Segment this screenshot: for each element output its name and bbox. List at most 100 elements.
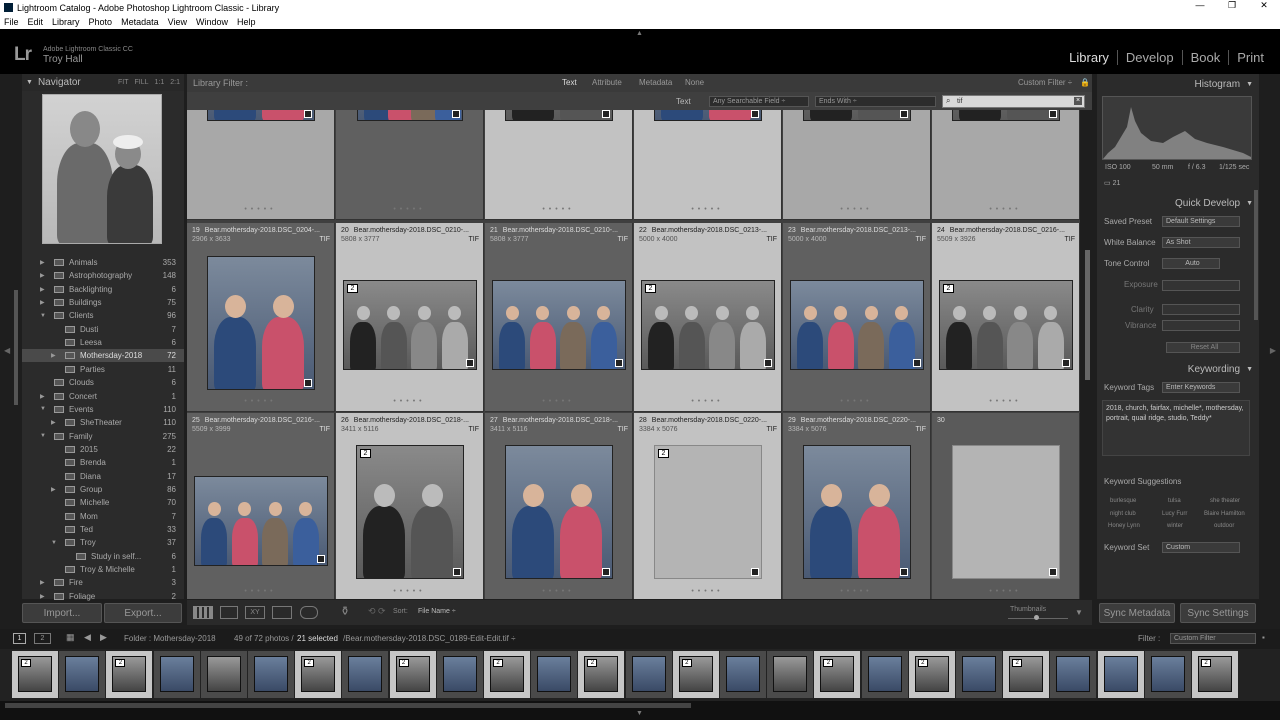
photo-thumbnail[interactable]: [207, 256, 315, 390]
stack-count-badge[interactable]: 2: [493, 659, 503, 667]
filmstrip-thumbnail[interactable]: [200, 651, 247, 698]
photo-thumbnail[interactable]: 2: [939, 280, 1073, 370]
filter-tab-none[interactable]: None: [685, 78, 704, 87]
folder-item[interactable]: ▶ Concert 1: [22, 390, 184, 403]
folder-item[interactable]: ▼ Family 275: [22, 430, 184, 443]
filmstrip-thumbnail[interactable]: 2: [908, 651, 955, 698]
filmstrip-thumbnail[interactable]: [1050, 651, 1097, 698]
filmstrip-thumbnail[interactable]: [342, 651, 389, 698]
triangle-down-icon[interactable]: ▼: [40, 406, 46, 412]
filmstrip-thumbnail[interactable]: 2: [1003, 651, 1050, 698]
stack-count-badge[interactable]: 2: [823, 659, 834, 667]
left-panel-toggle-icon[interactable]: ◀: [4, 346, 10, 355]
photo-thumbnail[interactable]: [207, 110, 315, 121]
stack-count-badge[interactable]: 2: [645, 284, 656, 293]
zoom-fill[interactable]: FILL: [135, 79, 149, 86]
folder-item[interactable]: ▶ Group 86: [22, 483, 184, 496]
rating-dots[interactable]: •••••: [783, 588, 930, 595]
keyword-tags-mode-select[interactable]: Enter Keywords: [1162, 382, 1240, 393]
window-2-button[interactable]: 2: [34, 633, 51, 644]
folder-item[interactable]: Diana 17: [22, 470, 184, 483]
triangle-right-icon[interactable]: ▶: [40, 579, 45, 586]
filmstrip-thumbnail[interactable]: 2: [295, 651, 342, 698]
grid-cell[interactable]: 21 Bear.mothersday-2018.DSC_0210-... 5808 …: [485, 223, 633, 412]
grid-cell[interactable]: •••••: [187, 110, 335, 220]
maximize-button[interactable]: ❐: [1216, 0, 1248, 11]
zoom-1-1[interactable]: 1:1: [155, 79, 165, 86]
grid-scrollbar[interactable]: [1085, 250, 1090, 380]
triangle-right-icon[interactable]: ▶: [40, 593, 45, 600]
grid-cell[interactable]: 26 Bear.mothersday-2018.DSC_0218-... 3411 …: [336, 413, 484, 599]
folder-item[interactable]: ▼ Troy 37: [22, 536, 184, 549]
keywording-header[interactable]: Keywording ▼: [1097, 361, 1259, 378]
photo-thumbnail[interactable]: 2: [641, 280, 775, 370]
folder-item[interactable]: ▶ Astrophotography 148: [22, 269, 184, 282]
folder-item[interactable]: 2015 22: [22, 443, 184, 456]
stack-count-badge[interactable]: 2: [917, 659, 928, 667]
rating-dots[interactable]: •••••: [634, 206, 781, 213]
photo-thumbnail[interactable]: [505, 110, 613, 121]
edit-badge-icon[interactable]: [913, 359, 921, 367]
photo-thumbnail[interactable]: [194, 476, 328, 566]
folder-item[interactable]: Brenda 1: [22, 456, 184, 469]
minimize-button[interactable]: —: [1184, 0, 1216, 11]
grid-icon[interactable]: ▦: [66, 632, 75, 643]
filmstrip-thumbnail[interactable]: [531, 651, 578, 698]
grid-cell[interactable]: 24 Bear.mothersday-2018.DSC_0216-... 5509 …: [932, 223, 1080, 412]
rating-dots[interactable]: •••••: [485, 588, 632, 595]
sync-settings-button[interactable]: Sync Settings: [1180, 603, 1256, 623]
close-button[interactable]: ✕: [1248, 0, 1280, 11]
keyword-suggestion[interactable]: Lucy Furr: [1162, 511, 1187, 517]
folder-item[interactable]: ▶ SheTheater 110: [22, 416, 184, 429]
keyword-set-select[interactable]: Custom: [1162, 542, 1240, 553]
keyword-suggestion[interactable]: burlesque: [1110, 498, 1136, 504]
folder-item[interactable]: ▼ Clients 96: [22, 309, 184, 322]
filmstrip-folder[interactable]: Folder : Mothersday-2018: [124, 634, 216, 643]
filmstrip-thumbnail[interactable]: [1144, 651, 1191, 698]
grid-view-icon[interactable]: [193, 606, 213, 619]
right-panel-toggle-icon[interactable]: ▶: [1270, 346, 1276, 355]
toolbar-menu-icon[interactable]: ▼: [1075, 608, 1083, 617]
histogram-header[interactable]: Histogram ▼: [1097, 76, 1259, 93]
folder-item[interactable]: ▶ Buildings 75: [22, 296, 184, 309]
keyword-suggestion[interactable]: night club: [1110, 511, 1136, 517]
keyword-suggestion[interactable]: Blaire Hamilton: [1204, 511, 1245, 517]
module-library[interactable]: Library: [1061, 50, 1117, 65]
folder-item[interactable]: Study in self... 6: [22, 550, 184, 563]
triangle-down-icon[interactable]: ▼: [40, 313, 46, 319]
right-panel-scrollbar[interactable]: [1254, 190, 1258, 320]
rating-dots[interactable]: •••••: [336, 398, 483, 405]
rating-dots[interactable]: •••••: [336, 206, 483, 213]
folder-item[interactable]: ▼ Events 110: [22, 403, 184, 416]
zoom-2-1[interactable]: 2:1: [170, 79, 180, 86]
filmstrip-thumbnail[interactable]: [720, 651, 766, 698]
triangle-right-icon[interactable]: ▶: [40, 286, 45, 293]
filmstrip-thumbnail[interactable]: 2: [814, 651, 861, 698]
triangle-down-icon[interactable]: ▼: [40, 433, 46, 439]
filmstrip-thumbnail[interactable]: 2: [672, 651, 719, 698]
folder-item[interactable]: ▶ Animals 353: [22, 256, 184, 269]
filter-tab-metadata[interactable]: Metadata: [639, 78, 672, 87]
folder-item[interactable]: ▶ Fire 3: [22, 576, 184, 589]
spray-can-icon[interactable]: ⚱: [340, 604, 350, 618]
filmstrip-filter-select[interactable]: Custom Filter: [1170, 633, 1256, 644]
menu-library[interactable]: Library: [52, 17, 80, 27]
sync-metadata-button[interactable]: Sync Metadata: [1099, 603, 1175, 623]
grid-cell[interactable]: 23 Bear.mothersday-2018.DSC_0213-... 5000 …: [783, 223, 931, 412]
edit-badge-icon[interactable]: [452, 110, 460, 118]
edit-badge-icon[interactable]: [602, 568, 610, 576]
grid-cell[interactable]: 29 Bear.mothersday-2018.DSC_0220-... 3384 …: [783, 413, 931, 599]
grid-cell[interactable]: 28 Bear.mothersday-2018.DSC_0220-... 3384 …: [634, 413, 782, 599]
menu-metadata[interactable]: Metadata: [121, 17, 159, 27]
rating-dots[interactable]: •••••: [187, 206, 334, 213]
grid-cell[interactable]: 25 Bear.mothersday-2018.DSC_0216-... 5509 …: [187, 413, 335, 599]
grid-cell[interactable]: •••••: [783, 110, 931, 220]
filmstrip-thumbnail[interactable]: [59, 651, 106, 698]
filter-lock-icon[interactable]: ▪: [1262, 633, 1265, 642]
vibrance-steppers[interactable]: [1162, 320, 1240, 331]
rating-dots[interactable]: •••••: [932, 398, 1079, 405]
rating-dots[interactable]: •••••: [783, 398, 930, 405]
auto-tone-button[interactable]: Auto: [1162, 258, 1220, 269]
searchable-field-select[interactable]: Any Searchable Field ÷: [709, 96, 809, 107]
sort-select[interactable]: File Name ÷: [418, 608, 456, 615]
